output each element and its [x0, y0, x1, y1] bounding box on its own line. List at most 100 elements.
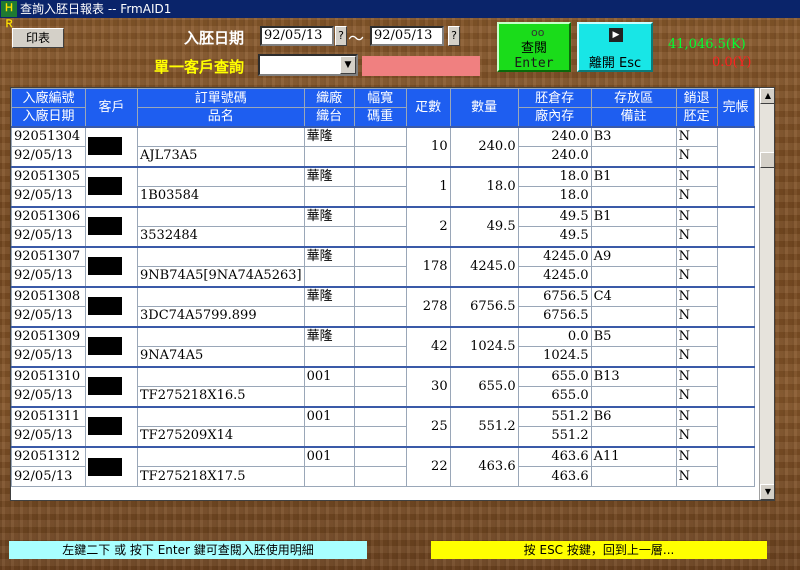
- cell-entry-no[interactable]: 92051312: [11, 445, 86, 467]
- cell-customer[interactable]: [85, 285, 138, 327]
- cell-warehouse-stock[interactable]: 240.0: [517, 125, 592, 147]
- cell-quantity[interactable]: 4245.0: [449, 245, 519, 287]
- cell-warehouse-stock[interactable]: 463.6: [517, 445, 592, 467]
- cell-closed[interactable]: [716, 125, 755, 167]
- cell-note[interactable]: [590, 426, 677, 447]
- table-row[interactable]: 92051312 001 22 463.6 463.6 A11 N: [11, 445, 755, 487]
- cell-storage-area[interactable]: C4: [590, 285, 677, 307]
- cell-warehouse-stock[interactable]: 0.0: [517, 325, 592, 347]
- cell-loom[interactable]: [303, 226, 355, 247]
- cell-loom[interactable]: [303, 426, 355, 447]
- cell-rolls[interactable]: 42: [405, 325, 451, 367]
- cell-greige-fixed[interactable]: N: [675, 466, 718, 487]
- cell-rolls[interactable]: 178: [405, 245, 451, 287]
- scroll-up-icon[interactable]: ▲: [760, 88, 774, 104]
- cell-order-no[interactable]: [137, 405, 305, 427]
- cell-mill[interactable]: 001: [303, 405, 355, 427]
- cell-storage-area[interactable]: B1: [590, 165, 677, 187]
- chevron-down-icon[interactable]: ▼: [340, 56, 356, 74]
- cell-customer[interactable]: [85, 165, 138, 207]
- header-return[interactable]: 銷退: [675, 88, 718, 108]
- cell-loom[interactable]: [303, 466, 355, 487]
- cell-mill[interactable]: 華隆: [303, 125, 355, 147]
- cell-warehouse-stock[interactable]: 49.5: [517, 205, 592, 227]
- cell-note[interactable]: [590, 346, 677, 367]
- cell-storage-area[interactable]: B13: [590, 365, 677, 387]
- cell-product-name[interactable]: TF275218X16.5: [137, 386, 305, 407]
- cell-product-name[interactable]: AJL73A5: [137, 146, 305, 167]
- cell-mill[interactable]: 華隆: [303, 165, 355, 187]
- cell-weight[interactable]: [353, 386, 407, 407]
- cell-plant-stock[interactable]: 49.5: [517, 226, 592, 247]
- cell-entry-date[interactable]: 92/05/13: [11, 306, 86, 327]
- table-row[interactable]: 92051306 華隆 2 49.5 49.5 B1 N: [11, 205, 755, 247]
- cell-warehouse-stock[interactable]: 551.2: [517, 405, 592, 427]
- cell-note[interactable]: [590, 266, 677, 287]
- cell-loom[interactable]: [303, 386, 355, 407]
- date-from-picker-button[interactable]: ?: [335, 26, 347, 46]
- cell-entry-no[interactable]: 92051307: [11, 245, 86, 267]
- cell-return[interactable]: N: [675, 165, 718, 187]
- cell-entry-date[interactable]: 92/05/13: [11, 386, 86, 407]
- cell-quantity[interactable]: 49.5: [449, 205, 519, 247]
- cell-order-no[interactable]: [137, 445, 305, 467]
- header-warehouse-stock[interactable]: 胚倉存: [517, 88, 592, 108]
- cell-order-no[interactable]: [137, 285, 305, 307]
- cell-greige-fixed[interactable]: N: [675, 186, 718, 207]
- cell-greige-fixed[interactable]: N: [675, 346, 718, 367]
- header-greige-fixed[interactable]: 胚定: [675, 107, 718, 127]
- cell-entry-no[interactable]: 92051305: [11, 165, 86, 187]
- cell-quantity[interactable]: 1024.5: [449, 325, 519, 367]
- table-row[interactable]: 92051311 001 25 551.2 551.2 B6 N: [11, 405, 755, 447]
- cell-rolls[interactable]: 1: [405, 165, 451, 207]
- cell-width[interactable]: [353, 405, 407, 427]
- cell-width[interactable]: [353, 205, 407, 227]
- cell-plant-stock[interactable]: 18.0: [517, 186, 592, 207]
- cell-product-name[interactable]: 3DC74A5799.899: [137, 306, 305, 327]
- table-row[interactable]: 92051310 001 30 655.0 655.0 B13 N: [11, 365, 755, 407]
- cell-note[interactable]: [590, 186, 677, 207]
- cell-greige-fixed[interactable]: N: [675, 146, 718, 167]
- cell-order-no[interactable]: [137, 125, 305, 147]
- cell-order-no[interactable]: [137, 245, 305, 267]
- cell-order-no[interactable]: [137, 165, 305, 187]
- header-loom[interactable]: 織台: [303, 107, 355, 127]
- cell-quantity[interactable]: 551.2: [449, 405, 519, 447]
- cell-order-no[interactable]: [137, 205, 305, 227]
- cell-greige-fixed[interactable]: N: [675, 306, 718, 327]
- cell-greige-fixed[interactable]: N: [675, 226, 718, 247]
- cell-entry-no[interactable]: 92051309: [11, 325, 86, 347]
- cell-storage-area[interactable]: B3: [590, 125, 677, 147]
- cell-width[interactable]: [353, 285, 407, 307]
- header-customer[interactable]: 客戶: [85, 88, 138, 127]
- cell-product-name[interactable]: 9NB74A5[9NA74A5263]: [137, 266, 305, 287]
- cell-mill[interactable]: 001: [303, 365, 355, 387]
- cell-return[interactable]: N: [675, 245, 718, 267]
- customer-select[interactable]: ▼: [258, 54, 358, 76]
- cell-loom[interactable]: [303, 186, 355, 207]
- cell-warehouse-stock[interactable]: 4245.0: [517, 245, 592, 267]
- vertical-scrollbar[interactable]: ▲ ▼: [759, 88, 774, 500]
- cell-closed[interactable]: [716, 205, 755, 247]
- cell-note[interactable]: [590, 466, 677, 487]
- cell-order-no[interactable]: [137, 365, 305, 387]
- cell-weight[interactable]: [353, 346, 407, 367]
- cell-plant-stock[interactable]: 655.0: [517, 386, 592, 407]
- cell-loom[interactable]: [303, 346, 355, 367]
- cell-width[interactable]: [353, 325, 407, 347]
- cell-weight[interactable]: [353, 426, 407, 447]
- cell-customer[interactable]: [85, 205, 138, 247]
- cell-return[interactable]: N: [675, 125, 718, 147]
- date-from-field[interactable]: 92/05/13: [260, 26, 334, 46]
- cell-rolls[interactable]: 22: [405, 445, 451, 487]
- cell-storage-area[interactable]: B6: [590, 405, 677, 427]
- cell-rolls[interactable]: 25: [405, 405, 451, 447]
- cell-product-name[interactable]: 9NA74A5: [137, 346, 305, 367]
- cell-entry-date[interactable]: 92/05/13: [11, 346, 86, 367]
- cell-quantity[interactable]: 240.0: [449, 125, 519, 167]
- cell-rolls[interactable]: 30: [405, 365, 451, 407]
- cell-width[interactable]: [353, 445, 407, 467]
- view-enter-button[interactable]: oo 查閱 Enter: [497, 22, 571, 72]
- header-plant-stock[interactable]: 廠內存: [517, 107, 592, 127]
- cell-order-no[interactable]: [137, 325, 305, 347]
